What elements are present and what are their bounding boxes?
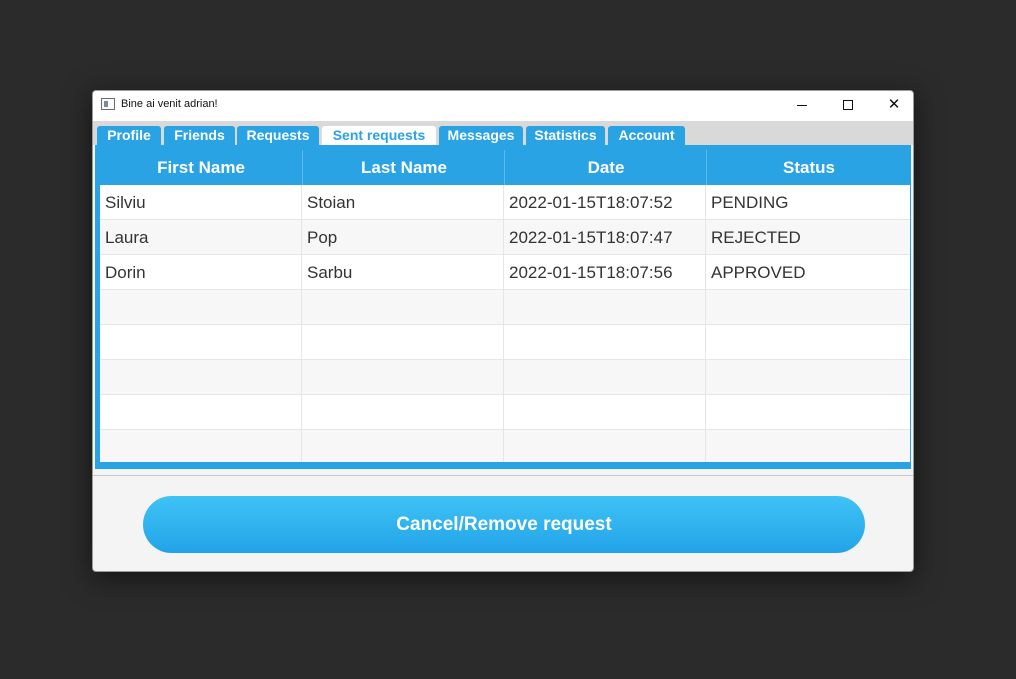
cell-first-name: Laura (100, 220, 302, 254)
sent-requests-table[interactable]: First Name Last Name Date Status Silviu … (100, 150, 910, 462)
empty-cell (706, 430, 910, 462)
empty-cell (302, 290, 504, 324)
table-row[interactable]: Dorin Sarbu 2022-01-15T18:07:56 APPROVED (100, 255, 910, 290)
app-window: Bine ai venit adrian! ✕ Profile Friends … (92, 90, 914, 572)
maximize-icon (843, 100, 853, 111)
cell-status: REJECTED (711, 228, 801, 247)
cell-first-name: Silviu (100, 185, 302, 219)
tab-requests[interactable]: Requests (237, 126, 319, 145)
empty-cell (504, 325, 706, 359)
empty-cell (100, 325, 302, 359)
tab-sent-requests[interactable]: Sent requests (322, 126, 436, 145)
empty-cell (302, 395, 504, 429)
tab-messages[interactable]: Messages (439, 126, 523, 145)
table-row[interactable]: Laura Pop 2022-01-15T18:07:47 REJECTED (100, 220, 910, 255)
cell-date: 2022-01-15T18:07:47 (504, 220, 706, 254)
table-row[interactable]: Silviu Stoian 2022-01-15T18:07:52 PENDIN… (100, 185, 910, 220)
empty-cell (706, 290, 910, 324)
empty-cell (504, 395, 706, 429)
minimize-button[interactable] (779, 91, 825, 121)
empty-table-row (100, 395, 910, 430)
column-header-status[interactable]: Status (706, 150, 910, 185)
app-icon (101, 98, 115, 110)
close-icon: ✕ (887, 96, 901, 113)
empty-cell (302, 325, 504, 359)
empty-cell (302, 430, 504, 462)
column-header-last-name[interactable]: Last Name (302, 150, 505, 185)
cell-last-name: Stoian (302, 185, 504, 219)
tab-bar: Profile Friends Requests Sent requests M… (93, 121, 913, 145)
maximize-button[interactable] (825, 91, 871, 121)
cell-date: 2022-01-15T18:07:52 (504, 185, 706, 219)
empty-cell (706, 360, 910, 394)
column-header-date[interactable]: Date (504, 150, 707, 185)
table-frame: First Name Last Name Date Status Silviu … (95, 145, 911, 469)
empty-table-row (100, 430, 910, 462)
tab-friends[interactable]: Friends (164, 126, 235, 145)
empty-cell (100, 360, 302, 394)
empty-cell (504, 430, 706, 462)
empty-table-row (100, 360, 910, 395)
empty-cell (504, 290, 706, 324)
tab-account[interactable]: Account (608, 126, 685, 145)
empty-cell (706, 325, 910, 359)
table-header: First Name Last Name Date Status (100, 150, 910, 185)
empty-cell (100, 430, 302, 462)
cell-date: 2022-01-15T18:07:56 (504, 255, 706, 289)
close-button[interactable]: ✕ (871, 91, 913, 121)
empty-cell (706, 395, 910, 429)
cell-last-name: Sarbu (302, 255, 504, 289)
title-bar[interactable]: Bine ai venit adrian! ✕ (93, 91, 913, 121)
empty-cell (504, 360, 706, 394)
cell-first-name: Dorin (100, 255, 302, 289)
cell-last-name: Pop (302, 220, 504, 254)
column-header-first-name[interactable]: First Name (100, 150, 302, 185)
tab-profile[interactable]: Profile (97, 126, 161, 145)
tab-statistics[interactable]: Statistics (526, 126, 605, 145)
cell-status: APPROVED (711, 263, 806, 282)
cell-status: PENDING (711, 193, 789, 212)
empty-cell (302, 360, 504, 394)
empty-table-row (100, 290, 910, 325)
window-title: Bine ai venit adrian! (121, 98, 218, 110)
empty-cell (100, 395, 302, 429)
minimize-icon (797, 104, 807, 106)
empty-cell (100, 290, 302, 324)
cancel-remove-request-button[interactable]: Cancel/Remove request (143, 496, 865, 553)
divider (93, 475, 913, 476)
empty-table-row (100, 325, 910, 360)
